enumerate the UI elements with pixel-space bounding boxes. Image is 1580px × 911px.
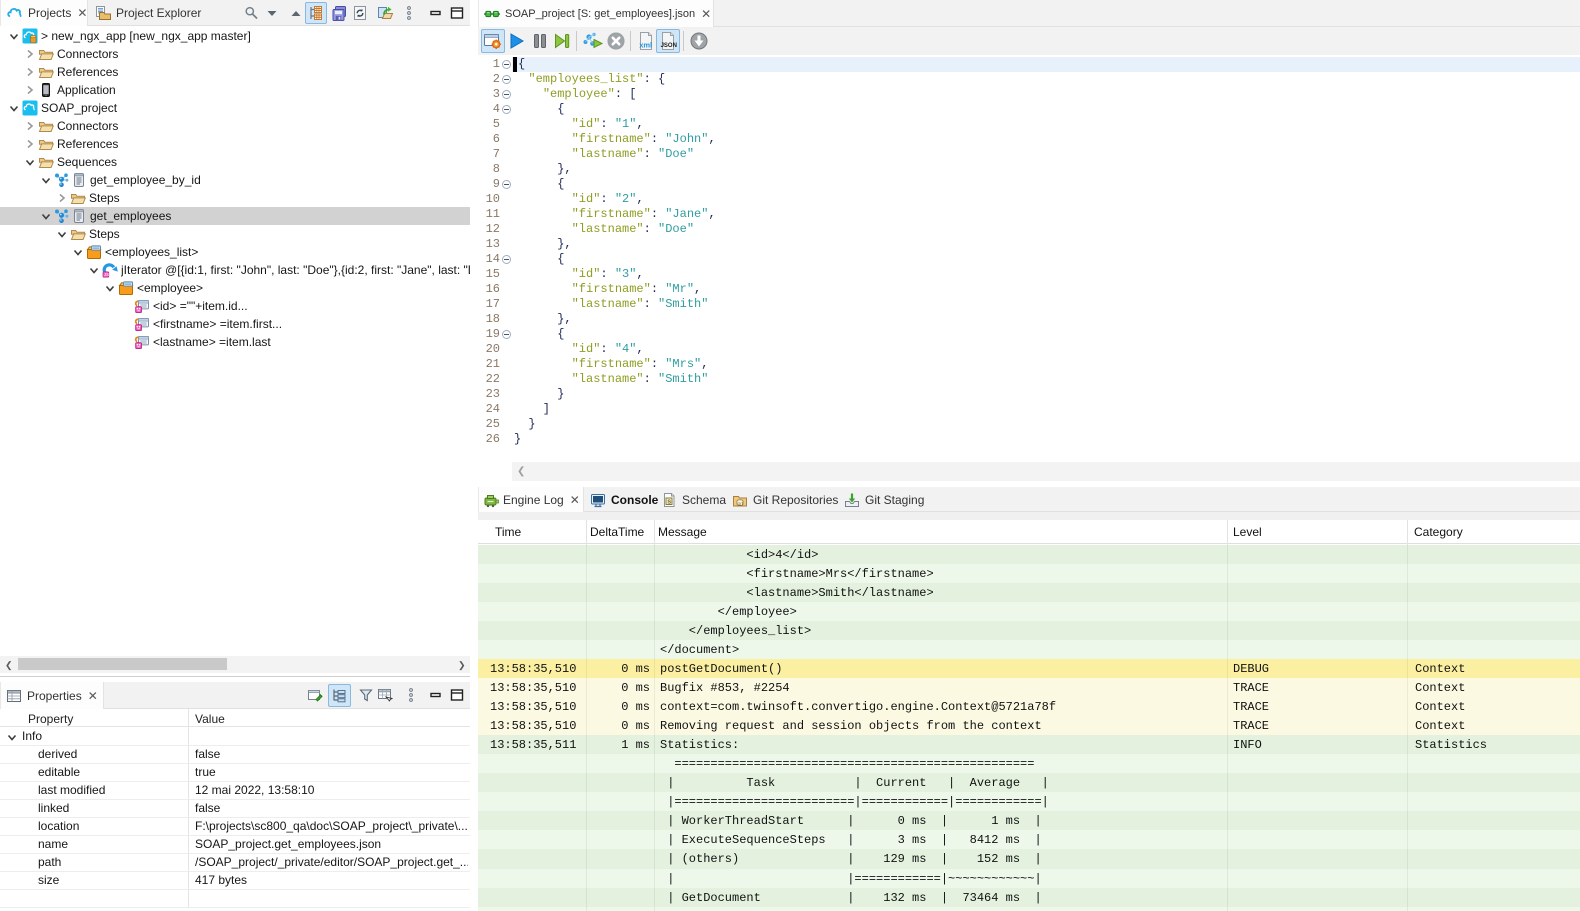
svg-text:xml: xml: [639, 41, 652, 50]
svg-text:S: S: [667, 499, 671, 505]
svg-text:JSON: JSON: [661, 43, 677, 49]
svg-text:JS: JS: [104, 272, 110, 278]
svg-text:GIT: GIT: [738, 502, 744, 506]
